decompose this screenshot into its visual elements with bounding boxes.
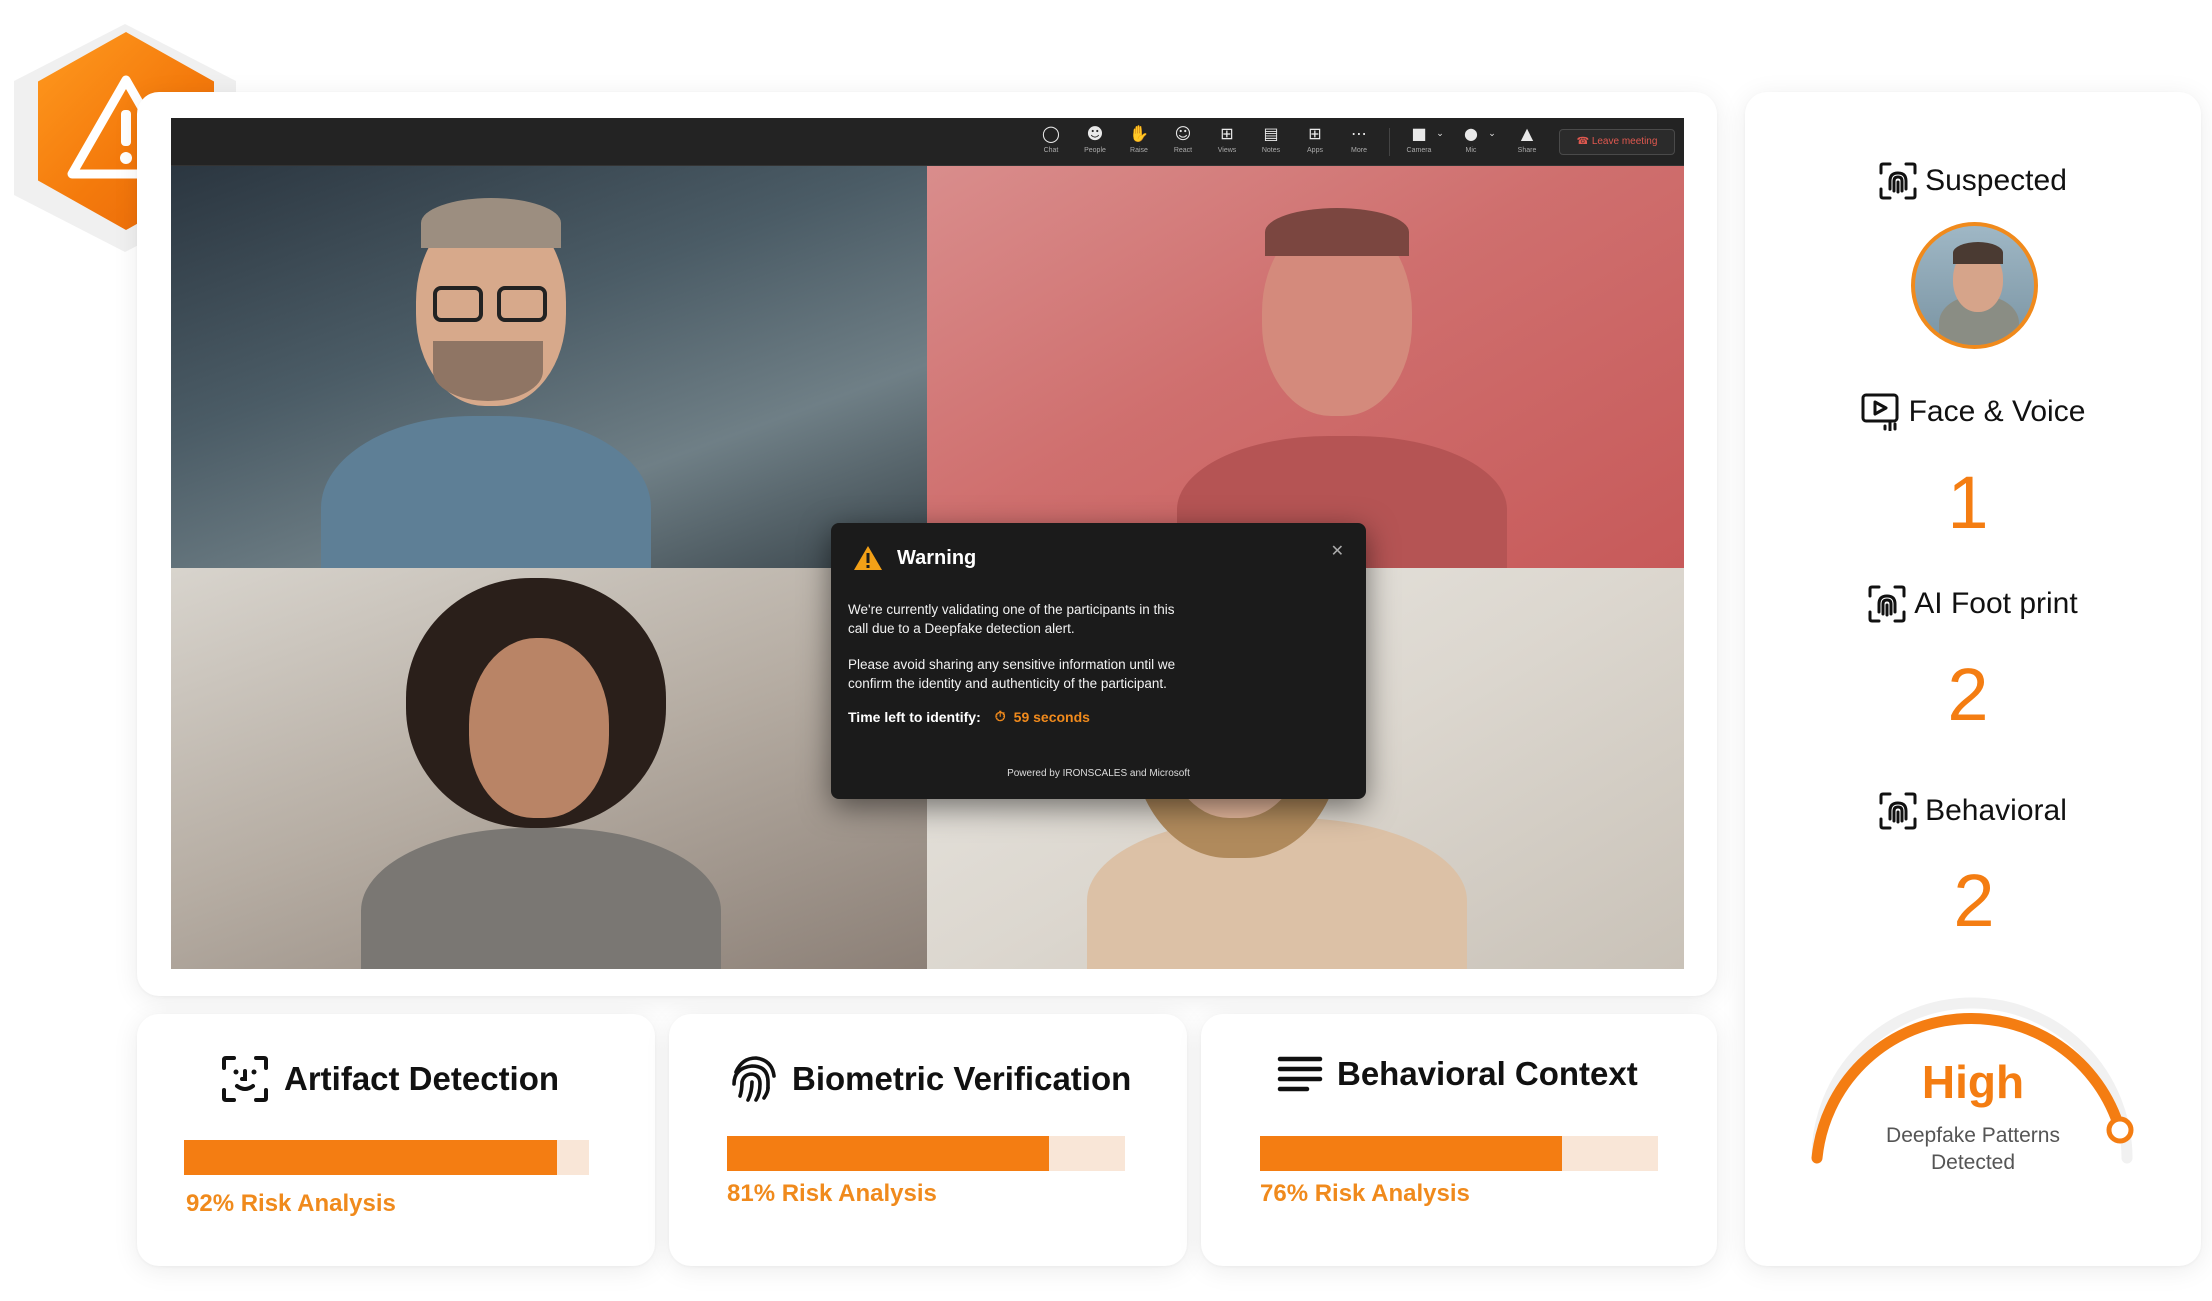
behavioral-context-title: Behavioral Context bbox=[1277, 1054, 1638, 1094]
suspected-avatar bbox=[1911, 222, 2038, 349]
warning-paragraph-1: We're currently validating one of the pa… bbox=[848, 600, 1268, 638]
metric-title: Biometric Verification bbox=[792, 1060, 1132, 1097]
warning-text-line: Please avoid sharing any sensitive infor… bbox=[848, 657, 1176, 672]
risk-bar-fill bbox=[1260, 1136, 1563, 1171]
apps-icon: ⊞ bbox=[1308, 124, 1322, 143]
artifact-detection-title: Artifact Detection bbox=[220, 1054, 559, 1104]
risk-bar-fill bbox=[184, 1140, 557, 1175]
lines-icon bbox=[1277, 1056, 1323, 1092]
ai-footprint-heading: AI Foot print bbox=[1745, 585, 2201, 623]
risk-level-caption: Deepfake Patterns Detected bbox=[1745, 1122, 2201, 1176]
face-voice-heading: Face & Voice bbox=[1745, 393, 2201, 431]
risk-label: 76% Risk Analysis bbox=[1260, 1180, 1470, 1207]
face-id-icon bbox=[1879, 792, 1917, 830]
face-voice-count: 1 bbox=[1947, 461, 1989, 544]
participant-tile-1 bbox=[171, 166, 927, 568]
raise-button[interactable]: ✋ Raise bbox=[1119, 123, 1159, 161]
behavioral-heading: Behavioral bbox=[1745, 792, 2201, 830]
risk-caption-line: Deepfake Patterns bbox=[1886, 1124, 2060, 1147]
warning-title: Warning bbox=[897, 546, 977, 569]
risk-bar-fill bbox=[727, 1136, 1050, 1171]
risk-label: 92% Risk Analysis bbox=[186, 1190, 396, 1217]
suspected-heading: Suspected bbox=[1745, 162, 2201, 200]
ai-footprint-count: 2 bbox=[1947, 653, 1989, 736]
warning-text-line: call due to a Deepfake detection alert. bbox=[848, 621, 1075, 636]
face-id-icon bbox=[1868, 585, 1906, 623]
risk-bar bbox=[727, 1136, 1125, 1171]
participant-figure bbox=[171, 568, 927, 969]
meeting-toolbar: ◯ Chat ☻ People ✋ Raise ☺ React ⊞ Views ▤ Note… bbox=[171, 118, 1684, 166]
more-icon: ⋯ bbox=[1351, 124, 1367, 143]
risk-label: 81% Risk Analysis bbox=[727, 1180, 937, 1207]
chat-icon: ◯ bbox=[1042, 124, 1060, 143]
mic-options-button[interactable]: ⌄ bbox=[1485, 123, 1499, 161]
share-button[interactable]: ▲ Share bbox=[1507, 123, 1547, 161]
leave-meeting-label: Leave meeting bbox=[1591, 136, 1658, 147]
warning-dialog: Warning ✕ We're currently validating one… bbox=[831, 523, 1366, 799]
risk-bar bbox=[184, 1140, 589, 1175]
toolbar-divider bbox=[1389, 128, 1390, 156]
face-voice-label: Face & Voice bbox=[1908, 395, 2086, 428]
notes-button[interactable]: ▤ Notes bbox=[1251, 123, 1291, 161]
views-button[interactable]: ⊞ Views bbox=[1207, 123, 1247, 161]
participant-figure bbox=[927, 166, 1684, 568]
warning-dialog-header: Warning bbox=[853, 545, 976, 571]
react-icon: ☺ bbox=[1174, 124, 1192, 143]
close-icon[interactable]: ✕ bbox=[1331, 541, 1344, 560]
face-scan-icon bbox=[222, 1056, 268, 1102]
share-icon: ▲ bbox=[1520, 124, 1534, 143]
identify-timer: Time left to identify: ⏱ 59 seconds bbox=[848, 709, 1090, 725]
warning-icon bbox=[854, 546, 882, 570]
video-scan-icon bbox=[1861, 393, 1899, 431]
risk-level: High bbox=[1921, 1056, 2025, 1108]
metric-title: Artifact Detection bbox=[284, 1060, 560, 1097]
notes-icon: ▤ bbox=[1263, 124, 1279, 143]
views-icon: ⊞ bbox=[1220, 124, 1234, 143]
participant-tile-3 bbox=[171, 568, 927, 969]
meeting-stage: ◯ Chat ☻ People ✋ Raise ☺ React ⊞ Views ▤ Note… bbox=[171, 118, 1684, 969]
react-button[interactable]: ☺ React bbox=[1163, 123, 1203, 161]
people-button[interactable]: ☻ People bbox=[1075, 123, 1115, 161]
powered-by: Powered by IRONSCALES and Microsoft bbox=[1007, 768, 1190, 779]
camera-options-button[interactable]: ⌄ bbox=[1433, 123, 1447, 161]
participant-tile-2 bbox=[927, 166, 1684, 568]
behavioral-count: 2 bbox=[1953, 859, 1995, 942]
timer-value: 59 seconds bbox=[1013, 709, 1090, 725]
chevron-down-icon: ⌄ bbox=[1436, 129, 1444, 139]
more-button[interactable]: ⋯ More bbox=[1339, 123, 1379, 161]
warning-text-line: confirm the identity and authenticity of… bbox=[848, 676, 1167, 691]
participant-figure bbox=[171, 166, 927, 568]
risk-bar bbox=[1260, 1136, 1658, 1171]
ai-footprint-label: AI Foot print bbox=[1914, 587, 2078, 620]
metric-title: Behavioral Context bbox=[1337, 1055, 1638, 1092]
fingerprint-icon bbox=[732, 1056, 776, 1102]
face-id-icon bbox=[1879, 162, 1917, 200]
raise-hand-icon: ✋ bbox=[1129, 124, 1149, 143]
timer-label: Time left to identify: bbox=[848, 709, 981, 725]
leave-meeting-button[interactable]: ☎ Leave meeting bbox=[1559, 129, 1675, 155]
behavioral-label: Behavioral bbox=[1925, 794, 2067, 827]
warning-text-line: We're currently validating one of the pa… bbox=[848, 602, 1175, 617]
risk-caption-line: Detected bbox=[1930, 1151, 2016, 1174]
people-icon: ☻ bbox=[1086, 124, 1104, 143]
chevron-down-icon: ⌄ bbox=[1488, 129, 1496, 139]
chat-button[interactable]: ◯ Chat bbox=[1031, 123, 1071, 161]
biometric-verification-title: Biometric Verification bbox=[730, 1054, 1131, 1104]
deepfake-detection-dashboard: ◯ Chat ☻ People ✋ Raise ☺ React ⊞ Views ▤ Note… bbox=[0, 0, 2212, 1301]
warning-paragraph-2: Please avoid sharing any sensitive infor… bbox=[848, 655, 1268, 693]
suspected-label: Suspected bbox=[1925, 164, 2067, 197]
apps-button[interactable]: ⊞ Apps bbox=[1295, 123, 1335, 161]
stopwatch-icon: ⏱ bbox=[994, 709, 1006, 725]
